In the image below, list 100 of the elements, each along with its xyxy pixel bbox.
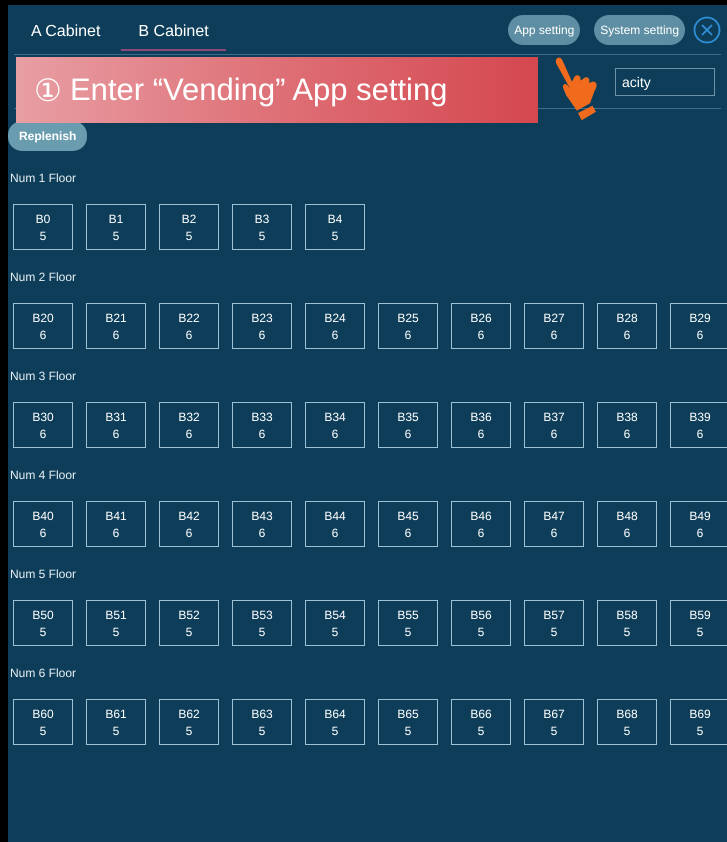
slot-tile[interactable]: B36 6 <box>451 402 511 448</box>
slot-count: 6 <box>624 426 630 440</box>
slot-code: B61 <box>105 706 127 720</box>
slot-tile[interactable]: B45 6 <box>378 501 438 547</box>
slot-tile[interactable]: B24 6 <box>305 303 365 349</box>
slot-tile[interactable]: B48 6 <box>597 501 657 547</box>
slot-tile[interactable]: B42 6 <box>159 501 219 547</box>
slot-code: B29 <box>689 310 711 324</box>
slot-tile[interactable]: B33 6 <box>232 402 292 448</box>
slot-count: 6 <box>332 328 338 342</box>
slot-code: B54 <box>324 608 346 622</box>
slot-tile[interactable]: B0 5 <box>13 204 73 250</box>
slot-count: 5 <box>40 624 46 638</box>
slot-tile[interactable]: B60 5 <box>13 699 73 745</box>
slot-count: 6 <box>624 328 630 342</box>
slot-code: B28 <box>616 310 638 324</box>
slot-tile[interactable]: B44 6 <box>305 501 365 547</box>
slot-count: 5 <box>186 228 192 242</box>
slot-tile[interactable]: B3 5 <box>232 204 292 250</box>
slot-tile[interactable]: B4 5 <box>305 204 365 250</box>
slot-code: B68 <box>616 706 638 720</box>
slot-tile[interactable]: B49 6 <box>670 501 727 547</box>
slot-tile[interactable]: B2 5 <box>159 204 219 250</box>
slot-code: B63 <box>251 706 273 720</box>
slot-count: 6 <box>550 526 558 540</box>
slot-tile[interactable]: B20 6 <box>13 303 73 349</box>
slot-tile[interactable]: B50 5 <box>13 600 73 646</box>
slot-code: B38 <box>616 410 638 424</box>
slot-tile[interactable]: B22 6 <box>159 303 219 349</box>
slot-code: B21 <box>105 310 127 324</box>
slot-code: B36 <box>470 410 492 424</box>
slot-count: 6 <box>550 328 558 342</box>
slot-count: 5 <box>258 228 266 242</box>
slot-code: B2 <box>182 212 196 226</box>
slot-tile[interactable]: B38 6 <box>597 402 657 448</box>
slot-tile[interactable]: B43 6 <box>232 501 292 547</box>
capacity-field[interactable]: acity <box>615 68 715 96</box>
setting-button[interactable]: System setting <box>594 14 685 44</box>
slot-tile[interactable]: B66 5 <box>451 699 511 745</box>
slot-tile[interactable]: B26 6 <box>451 303 511 349</box>
slot-count: 6 <box>696 526 704 540</box>
slot-tile[interactable]: B64 5 <box>305 699 365 745</box>
slot-count: 6 <box>332 526 338 540</box>
slot-tile[interactable]: B25 6 <box>378 303 438 349</box>
slot-code: B64 <box>324 706 346 720</box>
slot-count: 6 <box>112 426 120 440</box>
slot-tile[interactable]: B52 5 <box>159 600 219 646</box>
slot-tile[interactable]: B69 5 <box>670 699 727 745</box>
slot-tile[interactable]: B35 6 <box>378 402 438 448</box>
slot-code: B46 <box>470 508 492 522</box>
slot-code: B52 <box>178 608 200 622</box>
slot-tile[interactable]: B56 5 <box>451 600 511 646</box>
floor-label: Num 6 Floor <box>10 666 78 680</box>
cabinet-tab[interactable]: A Cabinet <box>14 16 118 50</box>
floor-label: Num 2 Floor <box>10 270 78 284</box>
slot-tile[interactable]: B21 6 <box>86 303 146 349</box>
slot-tile[interactable]: B27 6 <box>524 303 584 349</box>
close-icon[interactable] <box>693 16 721 44</box>
slot-code: B30 <box>32 410 54 424</box>
slot-tile[interactable]: B34 6 <box>305 402 365 448</box>
slot-tile[interactable]: B46 6 <box>451 501 511 547</box>
slot-tile[interactable]: B54 5 <box>305 600 365 646</box>
slot-tile[interactable]: B23 6 <box>232 303 292 349</box>
slot-count: 6 <box>258 526 266 540</box>
slot-tile[interactable]: B39 6 <box>670 402 727 448</box>
slot-tile[interactable]: B31 6 <box>86 402 146 448</box>
slot-count: 5 <box>112 624 120 638</box>
slot-code: B22 <box>178 310 200 324</box>
slot-tile[interactable]: B62 5 <box>159 699 219 745</box>
slot-tile[interactable]: B59 5 <box>670 600 727 646</box>
slot-tile[interactable]: B29 6 <box>670 303 727 349</box>
slot-count: 5 <box>258 724 266 738</box>
slot-tile[interactable]: B37 6 <box>524 402 584 448</box>
slot-tile[interactable]: B65 5 <box>378 699 438 745</box>
slot-tile[interactable]: B1 5 <box>86 204 146 250</box>
slot-tile[interactable]: B58 5 <box>597 600 657 646</box>
setting-button[interactable]: App setting <box>508 14 580 44</box>
slot-code: B60 <box>32 706 54 720</box>
slot-tile[interactable]: B57 5 <box>524 600 584 646</box>
slot-code: B20 <box>32 310 54 324</box>
slot-tile[interactable]: B68 5 <box>597 699 657 745</box>
slot-tile[interactable]: B32 6 <box>159 402 219 448</box>
slot-code: B58 <box>616 608 638 622</box>
slot-code: B57 <box>543 608 565 622</box>
slot-code: B67 <box>543 706 565 720</box>
slot-code: B3 <box>254 212 270 226</box>
slot-tile[interactable]: B28 6 <box>597 303 657 349</box>
slot-code: B31 <box>105 410 127 424</box>
slot-tile[interactable]: B30 6 <box>13 402 73 448</box>
slot-tile[interactable]: B40 6 <box>13 501 73 547</box>
slot-tile[interactable]: B63 5 <box>232 699 292 745</box>
slot-code: B35 <box>397 410 419 424</box>
slot-tile[interactable]: B61 5 <box>86 699 146 745</box>
slot-tile[interactable]: B51 5 <box>86 600 146 646</box>
slot-tile[interactable]: B53 5 <box>232 600 292 646</box>
slot-tile[interactable]: B41 6 <box>86 501 146 547</box>
slot-tile[interactable]: B47 6 <box>524 501 584 547</box>
cabinet-tab[interactable]: B Cabinet <box>121 16 226 50</box>
slot-tile[interactable]: B67 5 <box>524 699 584 745</box>
slot-tile[interactable]: B55 5 <box>378 600 438 646</box>
